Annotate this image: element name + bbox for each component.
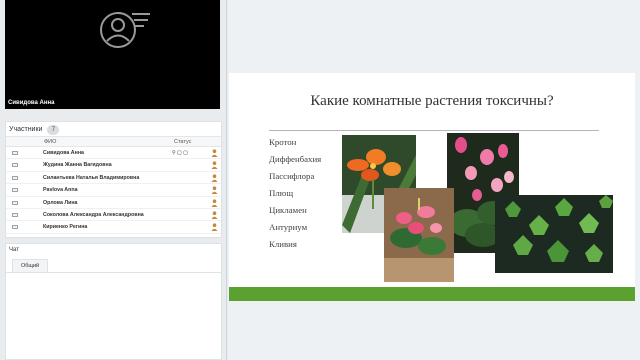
- ivy-photo: [495, 195, 613, 273]
- row-select-icon[interactable]: [12, 151, 18, 155]
- list-item: Цикламен: [269, 205, 307, 215]
- participants-table-header: ФИО Статус: [6, 136, 221, 147]
- participant-name: Орлова Лина: [43, 199, 78, 206]
- participant-name: Сивидова Анна: [43, 150, 84, 156]
- participant-name: Соколова Александра Александровна: [43, 211, 144, 218]
- list-item: Кротон: [269, 137, 297, 147]
- participants-panel: Участники 7 ФИО Статус Сивидова Анна ⚲ ▢ …: [5, 121, 222, 238]
- row-select-icon[interactable]: [12, 212, 18, 217]
- table-row[interactable]: Соколова Александра Александровна: [6, 209, 221, 222]
- table-row[interactable]: Кириенко Регина: [6, 221, 221, 234]
- user-icon: [211, 149, 218, 157]
- list-item: Диффенбахия: [269, 154, 322, 164]
- video-window[interactable]: Сивидова Анна: [5, 0, 220, 109]
- row-select-icon[interactable]: [12, 175, 18, 180]
- chat-panel: Чат Общий: [5, 243, 222, 360]
- presentation-slide: Какие комнатные растения токсичны? Крото…: [229, 73, 635, 301]
- panel-divider[interactable]: [226, 0, 227, 360]
- participants-list: Сивидова Анна ⚲ ▢ ▢ Жудина Жанна Вагидов…: [6, 147, 221, 234]
- slide-footer-bar: [229, 287, 635, 301]
- participant-name: Жудина Жанна Вагидовна: [43, 162, 112, 169]
- user-chat-icon: [100, 12, 150, 48]
- table-row[interactable]: Сивидова Анна ⚲ ▢ ▢: [6, 147, 221, 160]
- column-name-header[interactable]: ФИО: [44, 139, 56, 145]
- left-panel: Сивидова Анна Участники 7 ФИО Статус Сиви…: [0, 0, 228, 360]
- list-item: Антуриум: [269, 222, 308, 232]
- row-select-icon[interactable]: [12, 200, 18, 205]
- row-select-icon[interactable]: [12, 225, 18, 230]
- table-row[interactable]: Жудина Жанна Вагидовна: [6, 159, 221, 172]
- chat-tab-divider: [6, 272, 221, 273]
- video-participant-name: Сивидова Анна: [8, 100, 55, 106]
- table-row[interactable]: Орлова Лина: [6, 197, 221, 209]
- anthurium-photo: [384, 188, 454, 282]
- participants-title: Участники: [9, 126, 43, 133]
- list-item: Плющ: [269, 188, 294, 198]
- user-icon: [211, 161, 218, 170]
- user-icon: [211, 186, 218, 195]
- participant-name: Pavlova Anna: [43, 187, 78, 194]
- participant-name: Силантьева Наталья Владимировна: [43, 174, 140, 181]
- title-rule: [269, 130, 599, 131]
- user-icon: [211, 174, 218, 182]
- table-row[interactable]: Pavlova Anna: [6, 184, 221, 197]
- chat-tab-general[interactable]: Общий: [12, 259, 49, 272]
- list-item: Кливия: [269, 239, 297, 249]
- status-icons: ⚲ ▢ ▢: [172, 150, 188, 156]
- user-icon: [211, 223, 218, 232]
- participant-name: Кириенко Регина: [43, 224, 88, 231]
- participants-header: Участники 7: [6, 122, 221, 136]
- column-status-header[interactable]: Статус: [174, 139, 191, 145]
- list-item: Пассифлора: [269, 171, 315, 181]
- plant-list: Кротон Диффенбахия Пассифлора Плющ Цикла…: [269, 134, 321, 253]
- row-select-icon[interactable]: [12, 163, 18, 168]
- row-select-icon[interactable]: [12, 188, 18, 193]
- slide-title: Какие комнатные растения токсичны?: [310, 93, 554, 109]
- table-row[interactable]: Силантьева Наталья Владимировна: [6, 172, 221, 185]
- user-icon: [211, 198, 218, 207]
- participants-count-badge: 7: [47, 125, 60, 135]
- user-icon: [211, 211, 218, 219]
- chat-title: Чат: [9, 247, 19, 253]
